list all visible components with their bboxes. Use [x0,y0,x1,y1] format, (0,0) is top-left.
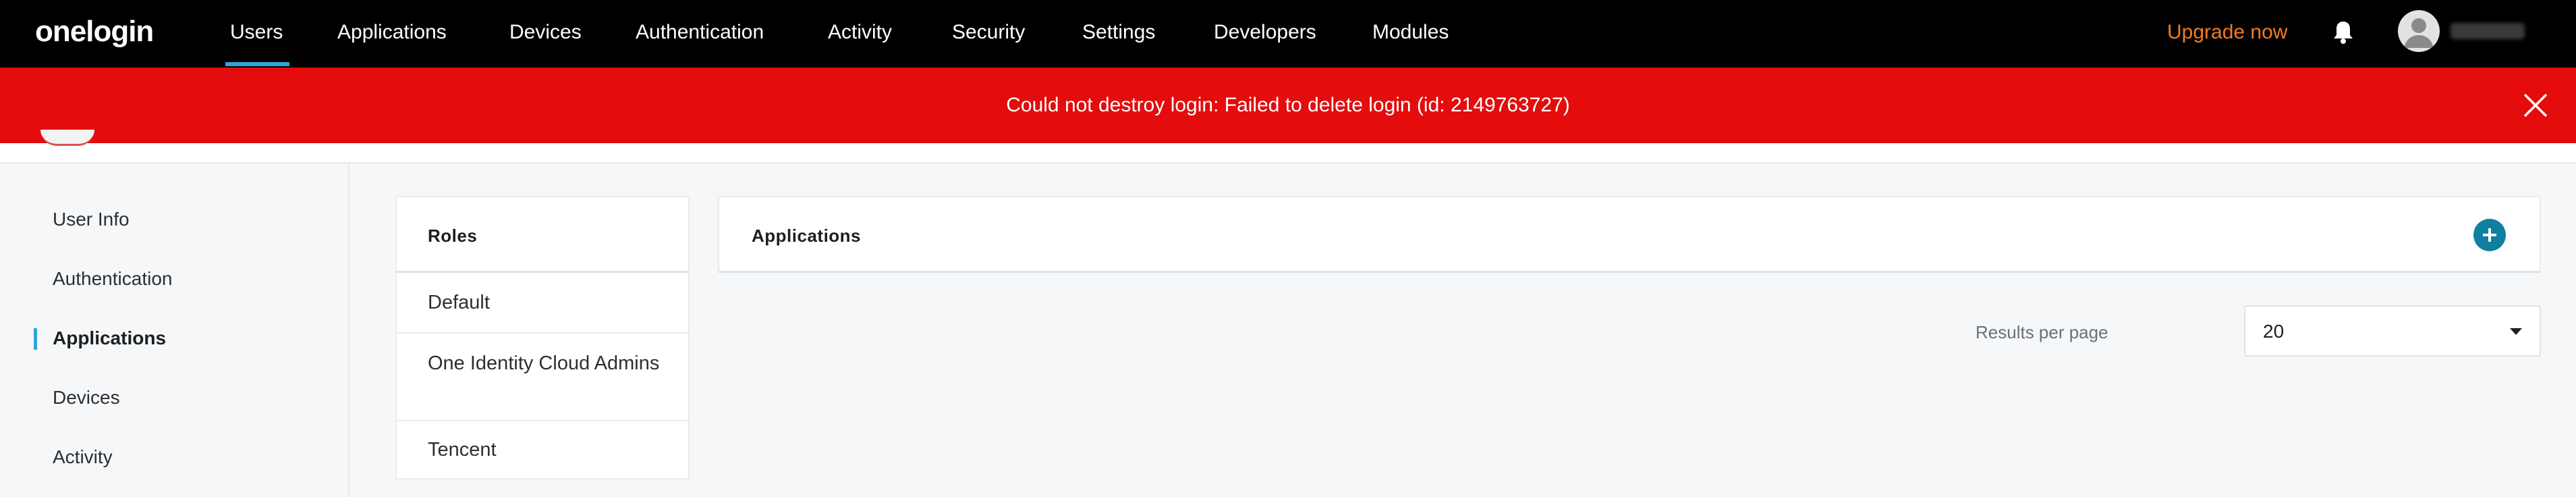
caret-down-icon [2510,328,2522,335]
role-label: Tencent [428,439,497,461]
nav-item-modules[interactable]: Modules [1372,20,1449,45]
user-avatar-partial [40,130,94,146]
user-header-strip [0,143,2576,163]
nav-item-activity[interactable]: Activity [828,20,892,45]
sidebar-item-devices[interactable]: Devices [53,386,120,409]
nav-item-devices[interactable]: Devices [509,20,582,45]
onelogin-logo[interactable]: onelogin [35,15,154,49]
user-avatar[interactable] [2398,10,2440,52]
roles-header: Roles [397,197,688,273]
active-nav-indicator [225,62,289,66]
role-label: One Identity Cloud Admins [428,352,660,374]
close-icon[interactable] [2522,92,2549,119]
sidebar-item-applications[interactable]: Applications [53,327,166,350]
results-per-page-value: 20 [2263,321,2285,342]
sidebar-item-activity[interactable]: Activity [53,446,113,469]
sidebar-active-indicator [34,328,37,350]
nav-item-applications[interactable]: Applications [337,20,447,45]
error-banner-message: Could not destroy login: Failed to delet… [1006,94,1570,116]
role-item-default[interactable]: Default [397,273,688,334]
roles-title: Roles [428,226,478,246]
bell-icon[interactable] [2332,19,2355,46]
nav-item-settings[interactable]: Settings [1082,20,1155,45]
role-label: Default [428,292,490,313]
nav-item-developers[interactable]: Developers [1214,20,1316,45]
results-per-page-select[interactable]: 20 [2244,305,2541,357]
nav-item-security[interactable]: Security [952,20,1025,45]
role-item-one-identity-cloud-admins[interactable]: One Identity Cloud Admins [397,334,688,421]
error-banner: Could not destroy login: Failed to delet… [0,68,2576,143]
top-nav-bar: onelogin Users Applications Devices Auth… [0,0,2576,68]
avatar-person-icon [2404,18,2434,48]
applications-panel-header: Applications [718,196,2541,273]
blurred-username[interactable] [2451,23,2525,39]
role-item-tencent[interactable]: Tencent [397,421,688,479]
results-per-page-label: Results per page [1976,322,2108,342]
applications-title: Applications [752,226,862,246]
roles-panel: Roles Default One Identity Cloud Admins … [395,196,690,479]
sidebar-item-authentication[interactable]: Authentication [53,267,172,290]
add-application-button[interactable] [2473,219,2506,251]
upgrade-now-link[interactable]: Upgrade now [2167,20,2287,45]
sidebar-item-user-info[interactable]: User Info [53,208,130,231]
nav-item-authentication[interactable]: Authentication [636,20,764,45]
nav-item-users[interactable]: Users [230,20,283,45]
